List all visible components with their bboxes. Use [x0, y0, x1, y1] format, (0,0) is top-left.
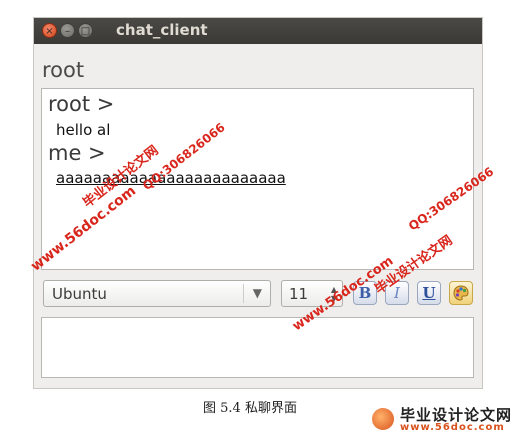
underline-button[interactable]: U [417, 281, 441, 305]
brand-logo-icon [372, 408, 394, 430]
font-size-value: 11 [289, 285, 309, 303]
maximize-button[interactable]: □ [78, 23, 93, 38]
chevron-down-icon[interactable]: ▼ [253, 286, 262, 300]
font-family-value: Ubuntu [52, 285, 107, 303]
message-text: hello al [56, 121, 111, 139]
message-input[interactable] [41, 317, 474, 378]
close-button[interactable]: × [42, 23, 57, 38]
chat-window: × – □ chat_client root root > hello al m… [33, 17, 483, 389]
text-color-button[interactable] [449, 281, 473, 305]
palette-icon [453, 285, 469, 301]
brand-url: www.56doc.com [400, 422, 505, 433]
title-bar[interactable]: × – □ chat_client [34, 18, 482, 44]
minimize-button[interactable]: – [60, 23, 75, 38]
figure-caption: 图 5.4 私聊界面 [203, 401, 297, 416]
font-family-select[interactable]: Ubuntu ▼ [43, 280, 271, 307]
window-title: chat_client [116, 21, 208, 39]
message-sender: me > [48, 141, 106, 165]
format-toolbar: Ubuntu ▼ 11 ▲ ▼ B I U [41, 280, 474, 310]
combo-separator [243, 284, 244, 303]
message-sender: root > [48, 92, 115, 116]
chat-peer-label: root [42, 58, 85, 82]
brand-logo: 毕业设计论文网 www.56doc.com [372, 404, 524, 434]
